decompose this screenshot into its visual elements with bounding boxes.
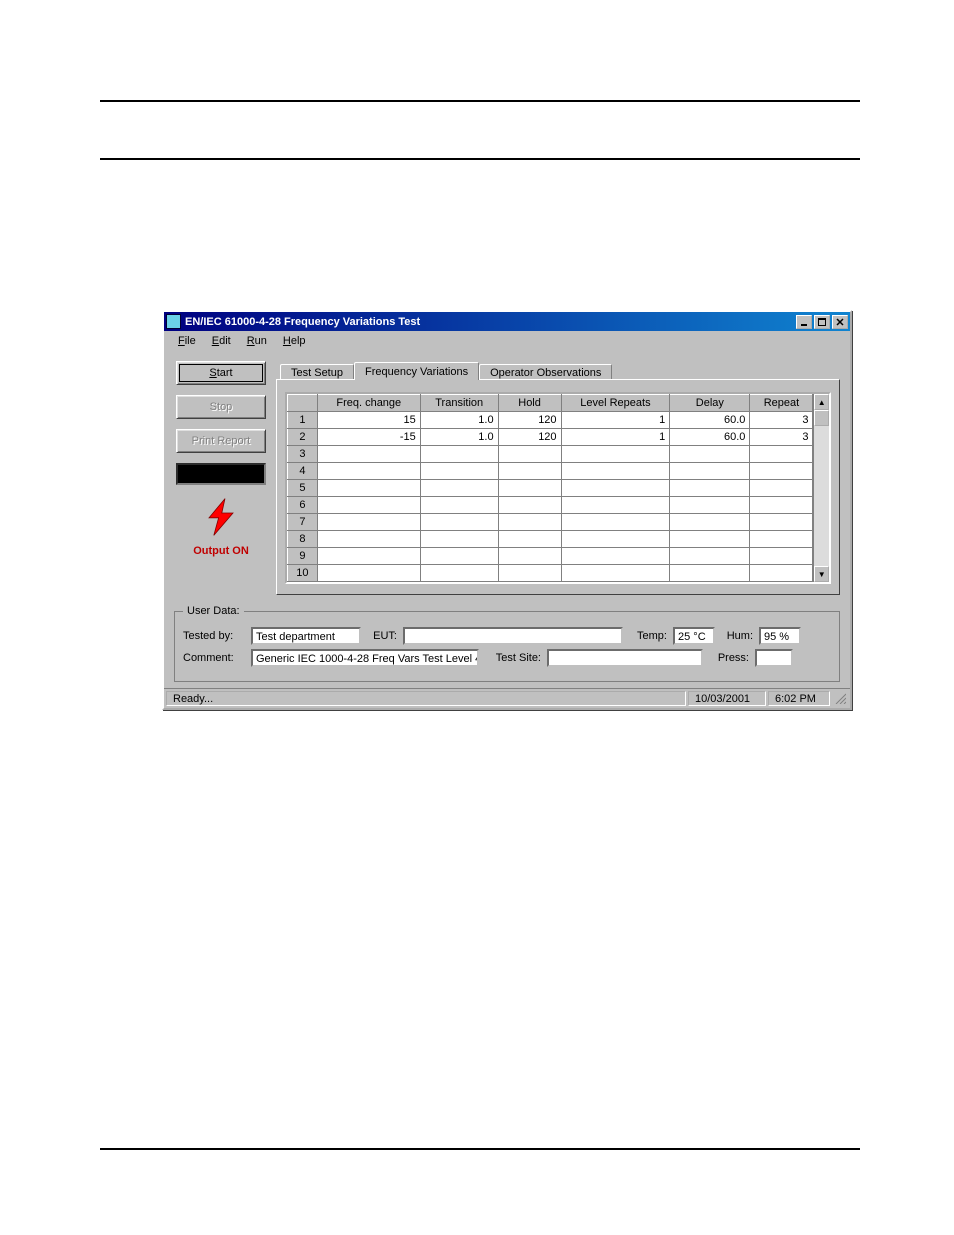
scroll-down-icon[interactable]: ▼ <box>814 566 829 582</box>
menu-run[interactable]: Run <box>239 333 275 349</box>
menu-bar: File Edit Run Help <box>164 331 850 349</box>
table-row[interactable]: 5 <box>288 480 813 497</box>
tab-panel: Freq. change Transition Hold Level Repea… <box>276 379 840 595</box>
scroll-thumb[interactable] <box>814 410 829 426</box>
user-data-group: User Data: Tested by: Test department EU… <box>174 605 840 682</box>
test-site-field[interactable] <box>547 649 703 667</box>
table-row[interactable]: 4 <box>288 463 813 480</box>
col-hold[interactable]: Hold <box>498 395 561 412</box>
data-grid[interactable]: Freq. change Transition Hold Level Repea… <box>285 392 831 584</box>
hum-field[interactable]: 95 % <box>759 627 801 645</box>
user-data-legend: User Data: <box>183 605 244 617</box>
title-bar[interactable]: EN/IEC 61000-4-28 Frequency Variations T… <box>164 312 850 331</box>
table-row[interactable]: 9 <box>288 548 813 565</box>
col-repeat[interactable]: Repeat <box>750 395 813 412</box>
menu-file[interactable]: File <box>170 333 204 349</box>
table-row[interactable]: 10 <box>288 565 813 582</box>
col-freq-change[interactable]: Freq. change <box>317 395 420 412</box>
minimize-button[interactable] <box>796 315 812 329</box>
table-row[interactable]: 2-151.0120160.03 <box>288 429 813 446</box>
menu-help[interactable]: Help <box>275 333 314 349</box>
table-row[interactable]: 7 <box>288 514 813 531</box>
table-row[interactable]: 8 <box>288 531 813 548</box>
menu-edit[interactable]: Edit <box>204 333 239 349</box>
grid-scrollbar[interactable]: ▲ ▼ <box>813 394 829 582</box>
app-window: EN/IEC 61000-4-28 Frequency Variations T… <box>162 310 852 710</box>
output-on-label: Output ON <box>193 545 249 557</box>
window-title: EN/IEC 61000-4-28 Frequency Variations T… <box>185 316 796 328</box>
table-row[interactable]: 3 <box>288 446 813 463</box>
press-label: Press: <box>709 652 749 664</box>
tested-by-label: Tested by: <box>183 630 245 642</box>
comment-label: Comment: <box>183 652 245 664</box>
print-report-button[interactable]: Print Report <box>176 429 266 453</box>
status-ready: Ready... <box>166 691 686 706</box>
col-level-repeats[interactable]: Level Repeats <box>561 395 670 412</box>
eut-field[interactable] <box>403 627 623 645</box>
tab-strip: Test Setup Frequency Variations Operator… <box>280 357 840 379</box>
tested-by-field[interactable]: Test department <box>251 627 361 645</box>
status-date: 10/03/2001 <box>688 691 766 706</box>
grid-corner <box>288 395 318 412</box>
press-field[interactable] <box>755 649 793 667</box>
table-row[interactable]: 1151.0120160.03 <box>288 412 813 429</box>
temp-field[interactable]: 25 °C <box>673 627 715 645</box>
status-time: 6:02 PM <box>768 691 830 706</box>
scroll-track[interactable] <box>814 426 829 566</box>
temp-label: Temp: <box>629 630 667 642</box>
col-transition[interactable]: Transition <box>420 395 498 412</box>
app-icon <box>166 314 181 329</box>
comment-field[interactable]: Generic IEC 1000-4-28 Freq Vars Test Lev… <box>251 649 479 667</box>
table-row[interactable]: 6 <box>288 497 813 514</box>
maximize-button[interactable] <box>814 315 830 329</box>
hum-label: Hum: <box>721 630 753 642</box>
stop-button[interactable]: Stop <box>176 395 266 419</box>
eut-label: EUT: <box>367 630 397 642</box>
scroll-up-icon[interactable]: ▲ <box>814 394 829 410</box>
status-bar: Ready... 10/03/2001 6:02 PM <box>164 688 850 708</box>
close-button[interactable] <box>832 315 848 329</box>
status-indicator <box>176 463 266 485</box>
test-site-label: Test Site: <box>485 652 541 664</box>
col-delay[interactable]: Delay <box>670 395 750 412</box>
lightning-icon <box>196 497 246 537</box>
tab-frequency-variations[interactable]: Frequency Variations <box>354 362 479 380</box>
start-button[interactable]: Start <box>176 361 266 385</box>
resize-gripper-icon[interactable] <box>832 691 848 706</box>
